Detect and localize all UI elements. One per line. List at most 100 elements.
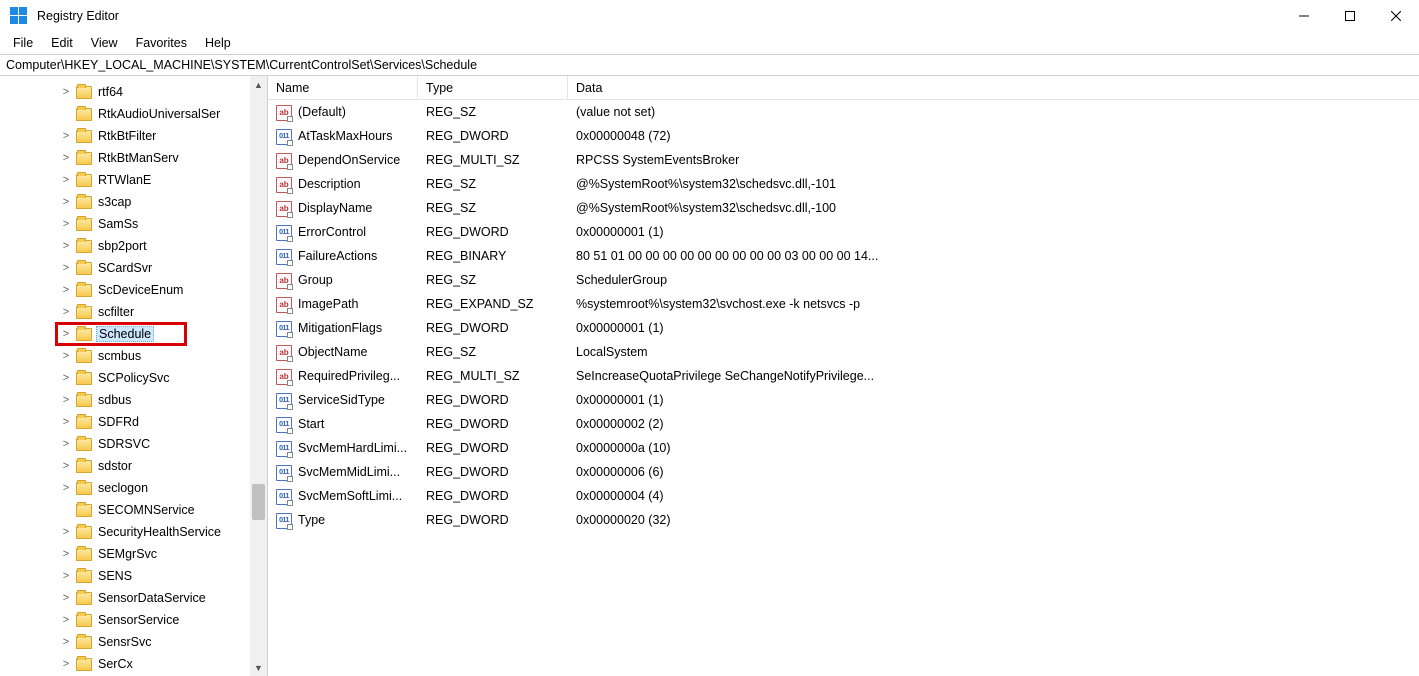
tree-node[interactable]: >scmbus	[0, 345, 267, 367]
expander-icon[interactable]: >	[60, 636, 72, 648]
scrollbar-thumb[interactable]	[252, 484, 265, 520]
folder-icon	[76, 262, 92, 275]
menu-view[interactable]: View	[83, 34, 126, 52]
tree-node[interactable]: >scfilter	[0, 301, 267, 323]
value-row[interactable]: TypeREG_DWORD0x00000020 (32)	[268, 508, 1419, 532]
menu-favorites[interactable]: Favorites	[128, 34, 195, 52]
expander-icon[interactable]: >	[60, 372, 72, 384]
tree-node[interactable]: >SensorService	[0, 609, 267, 631]
close-button[interactable]	[1373, 0, 1419, 32]
window-title: Registry Editor	[37, 9, 119, 23]
expander-icon[interactable]: >	[60, 306, 72, 318]
value-name: Start	[298, 417, 324, 431]
menu-edit[interactable]: Edit	[43, 34, 81, 52]
tree-node[interactable]: >seclogon	[0, 477, 267, 499]
expander-icon[interactable]: >	[60, 438, 72, 450]
string-value-icon	[276, 297, 292, 313]
value-row[interactable]: AtTaskMaxHoursREG_DWORD0x00000048 (72)	[268, 124, 1419, 148]
column-header-name[interactable]: Name	[268, 76, 418, 99]
expander-icon[interactable]: >	[60, 284, 72, 296]
tree-scrollbar[interactable]: ▲ ▼	[250, 76, 267, 676]
value-row[interactable]: SvcMemHardLimi...REG_DWORD0x0000000a (10…	[268, 436, 1419, 460]
folder-icon	[76, 592, 92, 605]
expander-icon[interactable]: >	[60, 416, 72, 428]
expander-icon[interactable]: >	[60, 240, 72, 252]
value-row[interactable]: DisplayNameREG_SZ@%SystemRoot%\system32\…	[268, 196, 1419, 220]
maximize-button[interactable]	[1327, 0, 1373, 32]
column-header-data[interactable]: Data	[568, 76, 928, 99]
tree-node[interactable]: >RtkBtFilter	[0, 125, 267, 147]
expander-icon[interactable]: >	[60, 130, 72, 142]
tree-node[interactable]: SECOMNService	[0, 499, 267, 521]
expander-icon[interactable]: >	[60, 526, 72, 538]
menu-file[interactable]: File	[5, 34, 41, 52]
tree-node[interactable]: >ScDeviceEnum	[0, 279, 267, 301]
expander-icon[interactable]: >	[60, 350, 72, 362]
tree-label: RtkBtManServ	[96, 151, 181, 165]
expander-icon[interactable]: >	[60, 152, 72, 164]
scroll-up-icon[interactable]: ▲	[250, 76, 267, 93]
scroll-down-icon[interactable]: ▼	[250, 659, 267, 676]
value-row[interactable]: SvcMemMidLimi...REG_DWORD0x00000006 (6)	[268, 460, 1419, 484]
minimize-button[interactable]	[1281, 0, 1327, 32]
value-row[interactable]: MitigationFlagsREG_DWORD0x00000001 (1)	[268, 316, 1419, 340]
expander-icon[interactable]: >	[60, 218, 72, 230]
tree-node[interactable]: >sbp2port	[0, 235, 267, 257]
expander-icon[interactable]: >	[60, 658, 72, 670]
value-row[interactable]: ServiceSidTypeREG_DWORD0x00000001 (1)	[268, 388, 1419, 412]
value-row[interactable]: FailureActionsREG_BINARY80 51 01 00 00 0…	[268, 244, 1419, 268]
column-header-type[interactable]: Type	[418, 76, 568, 99]
tree-node[interactable]: >SecurityHealthService	[0, 521, 267, 543]
folder-icon	[76, 328, 92, 341]
value-row[interactable]: (Default)REG_SZ(value not set)	[268, 100, 1419, 124]
expander-icon[interactable]: >	[60, 548, 72, 560]
tree-node[interactable]: >SDFRd	[0, 411, 267, 433]
expander-icon[interactable]: >	[60, 592, 72, 604]
tree-node[interactable]: >SEMgrSvc	[0, 543, 267, 565]
tree-node[interactable]: >sdstor	[0, 455, 267, 477]
tree-node[interactable]: >sdbus	[0, 389, 267, 411]
value-row[interactable]: ObjectNameREG_SZLocalSystem	[268, 340, 1419, 364]
tree-node[interactable]: >SamSs	[0, 213, 267, 235]
tree-node[interactable]: >SensrSvc	[0, 631, 267, 653]
expander-icon[interactable]: >	[60, 196, 72, 208]
value-row[interactable]: DependOnServiceREG_MULTI_SZRPCSS SystemE…	[268, 148, 1419, 172]
expander-icon[interactable]: >	[60, 86, 72, 98]
value-row[interactable]: RequiredPrivileg...REG_MULTI_SZSeIncreas…	[268, 364, 1419, 388]
value-name: ObjectName	[298, 345, 367, 359]
tree-node[interactable]: >SerCx	[0, 653, 267, 675]
value-name: ErrorControl	[298, 225, 366, 239]
address-bar[interactable]: Computer\HKEY_LOCAL_MACHINE\SYSTEM\Curre…	[0, 54, 1419, 76]
expander-icon[interactable]: >	[60, 262, 72, 274]
values-header: Name Type Data	[268, 76, 1419, 100]
tree-node[interactable]: >SCardSvr	[0, 257, 267, 279]
tree-node[interactable]: >SDRSVC	[0, 433, 267, 455]
value-data: %systemroot%\system32\svchost.exe -k net…	[568, 292, 926, 316]
value-row[interactable]: StartREG_DWORD0x00000002 (2)	[268, 412, 1419, 436]
value-row[interactable]: SvcMemSoftLimi...REG_DWORD0x00000004 (4)	[268, 484, 1419, 508]
expander-icon[interactable]: >	[60, 460, 72, 472]
value-row[interactable]: DescriptionREG_SZ@%SystemRoot%\system32\…	[268, 172, 1419, 196]
expander-icon[interactable]: >	[60, 394, 72, 406]
expander-icon[interactable]: >	[60, 328, 72, 340]
value-data: 0x00000006 (6)	[568, 460, 926, 484]
value-row[interactable]: ErrorControlREG_DWORD0x00000001 (1)	[268, 220, 1419, 244]
tree-node[interactable]: >rtf64	[0, 81, 267, 103]
tree-node[interactable]: >SENS	[0, 565, 267, 587]
binary-value-icon	[276, 129, 292, 145]
folder-icon	[76, 460, 92, 473]
tree-node[interactable]: RtkAudioUniversalSer	[0, 103, 267, 125]
tree-node[interactable]: > RtkBtManServ	[0, 147, 267, 169]
tree-node[interactable]: >RTWlanE	[0, 169, 267, 191]
expander-icon[interactable]: >	[60, 482, 72, 494]
tree-node[interactable]: >Schedule	[56, 323, 186, 345]
expander-icon[interactable]: >	[60, 174, 72, 186]
menu-help[interactable]: Help	[197, 34, 239, 52]
tree-node[interactable]: >SCPolicySvc	[0, 367, 267, 389]
tree-node[interactable]: >SensorDataService	[0, 587, 267, 609]
value-row[interactable]: ImagePathREG_EXPAND_SZ%systemroot%\syste…	[268, 292, 1419, 316]
expander-icon[interactable]: >	[60, 614, 72, 626]
value-row[interactable]: GroupREG_SZSchedulerGroup	[268, 268, 1419, 292]
expander-icon[interactable]: >	[60, 570, 72, 582]
tree-node[interactable]: >s3cap	[0, 191, 267, 213]
